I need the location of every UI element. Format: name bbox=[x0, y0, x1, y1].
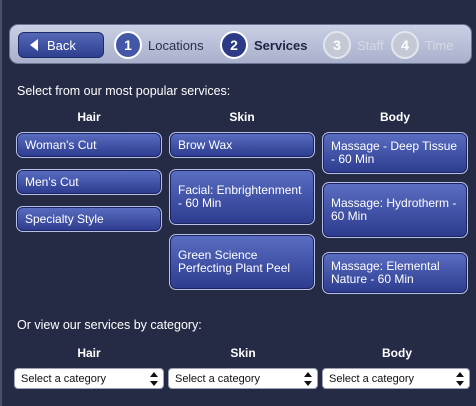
column-heading-skin: Skin bbox=[229, 110, 255, 124]
column-heading-body: Body bbox=[380, 110, 410, 124]
step-number-badge: 1 bbox=[114, 31, 142, 59]
service-button-massage-hydrotherm[interactable]: Massage: Hydrotherm - 60 Min bbox=[322, 182, 468, 238]
service-button-massage-deep-tissue[interactable]: Massage - Deep Tissue - 60 Min bbox=[322, 132, 468, 174]
category-heading-hair: Hair bbox=[77, 346, 101, 360]
step-services[interactable]: 2 Services bbox=[220, 31, 308, 59]
select-arrows-icon bbox=[303, 372, 313, 386]
service-button-brow-wax[interactable]: Brow Wax bbox=[169, 132, 315, 158]
select-arrows-icon bbox=[149, 372, 159, 386]
back-button[interactable]: Back bbox=[18, 32, 104, 58]
category-heading-body: Body bbox=[382, 346, 412, 360]
body-category-select[interactable]: Select a category bbox=[322, 368, 470, 389]
select-value: Select a category bbox=[329, 372, 414, 385]
service-button-facial-enbrightenment[interactable]: Facial: Enbrightenment - 60 Min bbox=[169, 169, 315, 225]
column-heading-hair: Hair bbox=[77, 110, 101, 124]
service-button-mens-cut[interactable]: Men's Cut bbox=[16, 169, 162, 195]
step-label: Locations bbox=[148, 37, 204, 53]
step-number-badge: 3 bbox=[323, 31, 351, 59]
select-value: Select a category bbox=[21, 372, 106, 385]
hair-category-select[interactable]: Select a category bbox=[14, 368, 164, 389]
service-button-green-science-peel[interactable]: Green Science Perfecting Plant Peel bbox=[169, 234, 315, 290]
service-button-massage-elemental-nature[interactable]: Massage: Elemental Nature - 60 Min bbox=[322, 252, 468, 294]
step-navigation-bar: Back 1 Locations 2 Services 3 Staff 4 Ti… bbox=[9, 24, 472, 64]
select-arrows-icon bbox=[455, 372, 465, 386]
step-time: 4 Time bbox=[391, 31, 453, 59]
step-label: Time bbox=[425, 37, 454, 53]
popular-services-heading: Select from our most popular services: bbox=[17, 84, 231, 98]
step-number-badge: 2 bbox=[220, 31, 248, 59]
step-staff: 3 Staff bbox=[323, 31, 384, 59]
step-label: Services bbox=[254, 37, 308, 53]
back-button-label: Back bbox=[47, 37, 76, 53]
back-arrow-icon bbox=[30, 39, 38, 51]
booking-panel: Back 1 Locations 2 Services 3 Staff 4 Ti… bbox=[0, 0, 476, 406]
step-locations[interactable]: 1 Locations bbox=[114, 31, 204, 59]
step-number-badge: 4 bbox=[391, 31, 419, 59]
step-label: Staff bbox=[357, 37, 384, 53]
service-button-specialty-style[interactable]: Specialty Style bbox=[16, 206, 162, 232]
service-button-womans-cut[interactable]: Woman's Cut bbox=[16, 132, 162, 158]
category-section-heading: Or view our services by category: bbox=[17, 318, 202, 332]
select-value: Select a category bbox=[175, 372, 260, 385]
skin-category-select[interactable]: Select a category bbox=[168, 368, 318, 389]
category-heading-skin: Skin bbox=[230, 346, 256, 360]
